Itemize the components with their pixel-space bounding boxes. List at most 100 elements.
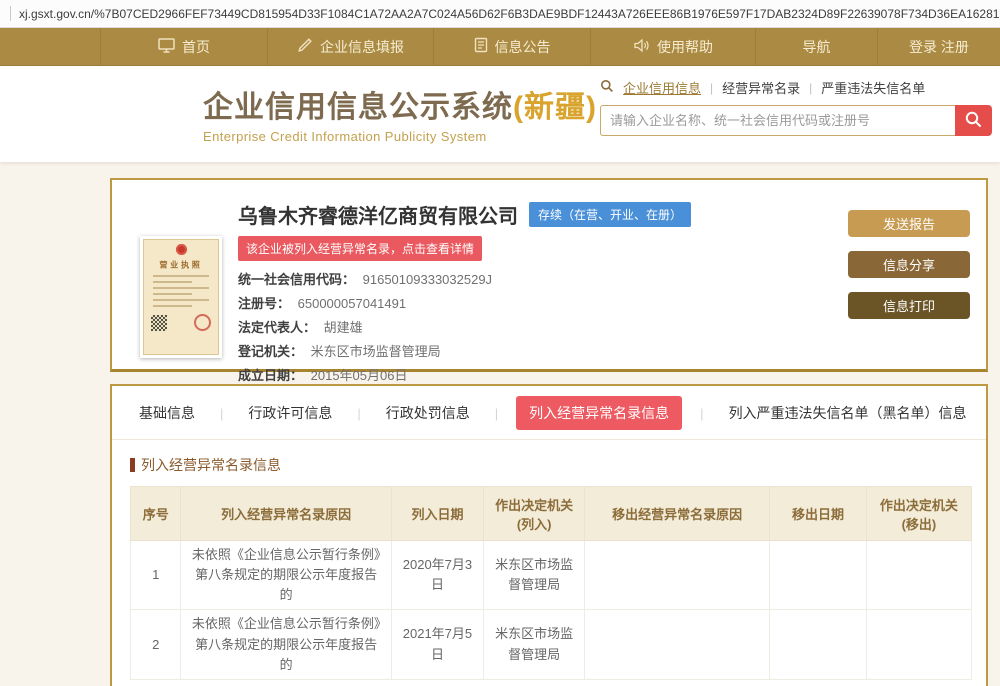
tab-separator: |: [220, 406, 223, 421]
abnormal-warning-badge[interactable]: 该企业被列入经营异常名录，点击查看详情: [238, 236, 482, 261]
nav-item-label: 导航: [803, 37, 831, 57]
tab-blacklist[interactable]: 列入严重违法失信名单（黑名单）信息: [729, 403, 967, 423]
cell-serial: 1: [131, 541, 181, 610]
category-separator: |: [809, 81, 812, 95]
table-header-row: 序号 列入经营异常名录原因 列入日期 作出决定机关(列入) 移出经营异常名录原因…: [131, 487, 972, 541]
search-cat-illegal-list[interactable]: 严重违法失信名单: [821, 78, 925, 97]
site-header: 企业信用信息公示系统(新疆) Enterprise Credit Informa…: [0, 66, 1000, 162]
cell-listing-reason: 未依照《企业信息公示暂行条例》第八条规定的期限公示年度报告的: [181, 610, 391, 679]
field-credit-code: 统一社会信用代码： 91650109333032529J: [238, 269, 848, 288]
nav-item-login-register[interactable]: 登录 注册: [877, 28, 1000, 65]
nav-item-navigation[interactable]: 导航: [755, 28, 877, 65]
nav-spacer: [0, 28, 100, 65]
site-title: 企业信用信息公示系统(新疆): [203, 82, 597, 126]
license-text-line: [153, 281, 192, 283]
search-magnifier-icon: [600, 79, 614, 96]
category-separator: |: [710, 81, 713, 95]
license-qr-code: [151, 315, 167, 331]
home-monitor-icon: [158, 38, 175, 56]
cell-removal-reason: [585, 610, 770, 679]
nav-item-label: 企业信息填报: [320, 37, 404, 57]
license-red-seal: [194, 314, 211, 331]
site-logo: 企业信用信息公示系统(新疆) Enterprise Credit Informa…: [203, 82, 597, 144]
abnormal-records-table: 序号 列入经营异常名录原因 列入日期 作出决定机关(列入) 移出经营异常名录原因…: [130, 486, 972, 680]
col-listing-reason: 列入经营异常名录原因: [181, 487, 391, 541]
license-text-line: [153, 299, 209, 301]
address-bar-divider: [10, 6, 11, 21]
top-navbar: 首页 企业信息填报 信息公告 使用帮助 导航 登录 注册: [0, 28, 1000, 66]
license-text-line: [153, 305, 192, 307]
share-info-button[interactable]: 信息分享: [848, 251, 970, 278]
pen-icon: [297, 37, 313, 56]
tab-bar: 基础信息 | 行政许可信息 | 行政处罚信息 | 列入经营异常名录信息 | 列入…: [112, 386, 986, 440]
tab-admin-license[interactable]: 行政许可信息: [248, 403, 332, 423]
nav-item-announcements[interactable]: 信息公告: [433, 28, 590, 65]
col-removal-reason: 移出经营异常名录原因: [585, 487, 770, 541]
nav-item-enterprise-filing[interactable]: 企业信息填报: [267, 28, 433, 65]
nav-item-label: 使用帮助: [657, 37, 713, 57]
bulletin-icon: [474, 37, 488, 56]
search-row: [600, 105, 992, 136]
business-license-image: 营业执照: [140, 236, 222, 358]
field-legal-rep: 法定代表人： 胡建雄: [238, 317, 848, 336]
tab-separator: |: [357, 406, 360, 421]
license-title: 营业执照: [148, 259, 215, 271]
company-name: 乌鲁木齐睿德洋亿商贸有限公司: [238, 200, 518, 229]
tab-abnormal-list[interactable]: 列入经营异常名录信息: [516, 396, 682, 430]
status-badge: 存续（在营、开业、在册）: [529, 202, 691, 227]
search-cat-credit-info[interactable]: 企业信用信息: [623, 78, 701, 97]
search-button-magnifier-icon: [964, 110, 983, 132]
company-summary-card: 营业执照 乌鲁木齐睿德洋亿商贸有限公司 存续（在营、开业、在册）: [110, 178, 988, 372]
section-marker: [130, 458, 135, 472]
cell-listing-reason: 未依照《企业信息公示暂行条例》第八条规定的期限公示年度报告的: [181, 541, 391, 610]
field-establish-date: 成立日期： 2015年05月06日: [238, 365, 848, 384]
license-text-line: [153, 275, 209, 277]
business-license-paper: 营业执照: [143, 239, 219, 355]
main-content: 营业执照 乌鲁木齐睿德洋亿商贸有限公司 存续（在营、开业、在册）: [0, 162, 1000, 686]
cell-listing-date: 2021年7月5日: [391, 610, 484, 679]
license-bottom-row: [151, 314, 211, 331]
table-row: 1 未依照《企业信息公示暂行条例》第八条规定的期限公示年度报告的 2020年7月…: [131, 541, 972, 610]
nav-item-label: 信息公告: [495, 37, 551, 57]
site-title-main: 企业信用信息公示系统: [203, 91, 513, 124]
national-emblem-icon: [176, 244, 187, 255]
nav-item-home[interactable]: 首页: [100, 28, 267, 65]
detail-card: 基础信息 | 行政许可信息 | 行政处罚信息 | 列入经营异常名录信息 | 列入…: [110, 384, 988, 686]
field-reg-number: 注册号： 650000057041491: [238, 293, 848, 312]
license-text-line: [153, 287, 209, 289]
address-bar[interactable]: xj.gsxt.gov.cn/%7B07CED2966FEF73449CD815…: [0, 0, 1000, 28]
col-removal-authority: 作出决定机关(移出): [866, 487, 971, 541]
tab-separator: |: [700, 406, 703, 421]
table-row: 2 未依照《企业信息公示暂行条例》第八条规定的期限公示年度报告的 2021年7月…: [131, 610, 972, 679]
cell-serial: 2: [131, 610, 181, 679]
cell-removal-date: [770, 610, 867, 679]
cell-removal-date: [770, 541, 867, 610]
send-report-button[interactable]: 发送报告: [848, 210, 970, 237]
field-registration-authority: 登记机关： 米东区市场监督管理局: [238, 341, 848, 360]
site-title-region: (新疆): [513, 91, 597, 124]
col-removal-date: 移出日期: [770, 487, 867, 541]
col-listing-authority: 作出决定机关(列入): [484, 487, 585, 541]
nav-item-help[interactable]: 使用帮助: [590, 28, 755, 65]
tab-admin-penalty[interactable]: 行政处罚信息: [386, 403, 470, 423]
nav-item-label: 首页: [182, 37, 210, 57]
company-info: 乌鲁木齐睿德洋亿商贸有限公司 存续（在营、开业、在册） 该企业被列入经营异常名录…: [238, 194, 848, 359]
search-cat-abnormal-list[interactable]: 经营异常名录: [722, 78, 800, 97]
col-serial: 序号: [131, 487, 181, 541]
search-button[interactable]: [955, 105, 992, 136]
url-text: xj.gsxt.gov.cn/%7B07CED2966FEF73449CD815…: [19, 7, 1000, 21]
company-actions: 发送报告 信息分享 信息打印: [848, 210, 970, 359]
section-title-text: 列入经营异常名录信息: [141, 455, 281, 475]
site-subtitle: Enterprise Credit Information Publicity …: [203, 129, 597, 144]
search-category-row: 企业信用信息 | 经营异常名录 | 严重违法失信名单: [600, 78, 992, 97]
cell-removal-authority: [866, 541, 971, 610]
cell-removal-reason: [585, 541, 770, 610]
cell-removal-authority: [866, 610, 971, 679]
nav-item-label: 登录 注册: [909, 37, 969, 57]
col-listing-date: 列入日期: [391, 487, 484, 541]
tab-separator: |: [495, 406, 498, 421]
section-title: 列入经营异常名录信息: [130, 455, 986, 475]
search-input[interactable]: [600, 105, 955, 136]
tab-basic-info[interactable]: 基础信息: [139, 403, 195, 423]
print-info-button[interactable]: 信息打印: [848, 292, 970, 319]
